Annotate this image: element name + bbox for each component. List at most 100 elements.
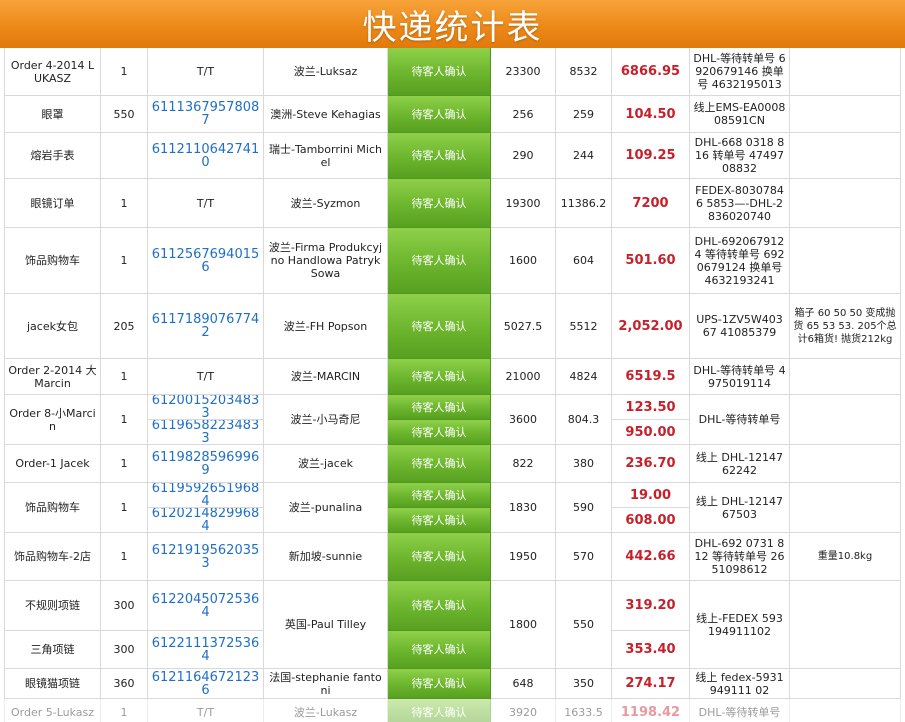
tracking-number-link[interactable]: 61196582234833 bbox=[148, 420, 264, 445]
row-name: 熔岩手表 bbox=[4, 133, 101, 179]
tracking-number-link[interactable]: 61202148299684 bbox=[148, 508, 264, 533]
row-qty: 205 bbox=[101, 294, 148, 359]
row-qty: 1 bbox=[101, 699, 148, 722]
amount-value: 7200 bbox=[612, 179, 690, 228]
tracking-number-link[interactable]: 61113679578087 bbox=[148, 96, 264, 133]
value-2: 804.3 bbox=[556, 395, 612, 445]
row-name: 不规则项链 bbox=[4, 581, 101, 631]
row-name: jacek女包 bbox=[4, 294, 101, 359]
row-note bbox=[790, 96, 901, 133]
status-badge[interactable]: 待客人确认 bbox=[388, 483, 491, 508]
destination-customer: 新加坡-sunnie bbox=[264, 533, 388, 581]
payment-method: T/T bbox=[148, 48, 264, 96]
row-qty: 1 bbox=[101, 48, 148, 96]
tracking-number-link[interactable]: 61219195620353 bbox=[148, 533, 264, 581]
amount-value: 501.60 bbox=[612, 228, 690, 294]
row-name: 眼镜猫项链 bbox=[4, 669, 101, 699]
status-badge[interactable]: 待客人确认 bbox=[388, 294, 491, 359]
amount-value: 319.20 bbox=[612, 581, 690, 631]
amount-value: 274.17 bbox=[612, 669, 690, 699]
row-note bbox=[790, 133, 901, 179]
status-badge[interactable]: 待客人确认 bbox=[388, 699, 491, 722]
tracking-number-link[interactable]: 61200152034833 bbox=[148, 395, 264, 420]
row-note bbox=[790, 669, 901, 699]
row-name: 眼罩 bbox=[4, 96, 101, 133]
row-note bbox=[790, 179, 901, 228]
value-2: 5512 bbox=[556, 294, 612, 359]
tracking-number-link[interactable]: 61125676940156 bbox=[148, 228, 264, 294]
carrier-tracking: DHL-6920679124 等待转单号 6920679124 换单号 4632… bbox=[690, 228, 790, 294]
tracking-number-link[interactable]: 61121106427410 bbox=[148, 133, 264, 179]
amount-value: 123.50 bbox=[612, 395, 690, 420]
status-badge[interactable]: 待客人确认 bbox=[388, 508, 491, 533]
value-2: 244 bbox=[556, 133, 612, 179]
row-qty: 360 bbox=[101, 669, 148, 699]
row-note bbox=[790, 48, 901, 96]
row-name: 眼镜订单 bbox=[4, 179, 101, 228]
row-qty: 1 bbox=[101, 395, 148, 445]
amount-value: 19.00 bbox=[612, 483, 690, 508]
status-badge[interactable]: 待客人确认 bbox=[388, 395, 491, 420]
carrier-tracking: DHL-等待转单号 bbox=[690, 699, 790, 722]
value-1: 822 bbox=[491, 445, 556, 483]
value-2: 380 bbox=[556, 445, 612, 483]
value-2: 550 bbox=[556, 581, 612, 669]
status-badge[interactable]: 待客人确认 bbox=[388, 420, 491, 445]
tracking-number-link[interactable]: 61211646721236 bbox=[148, 669, 264, 699]
carrier-tracking: 线上 DHL-1214762242 bbox=[690, 445, 790, 483]
destination-customer: 波兰-MARCIN bbox=[264, 359, 388, 395]
value-1: 5027.5 bbox=[491, 294, 556, 359]
row-name: Order 5-Lukasz bbox=[4, 699, 101, 722]
payment-method: T/T bbox=[148, 179, 264, 228]
destination-customer: 波兰-Lukasz bbox=[264, 699, 388, 722]
carrier-tracking: 线上EMS-EA000808591CN bbox=[690, 96, 790, 133]
status-badge[interactable]: 待客人确认 bbox=[388, 631, 491, 669]
amount-value: 104.50 bbox=[612, 96, 690, 133]
status-badge[interactable]: 待客人确认 bbox=[388, 533, 491, 581]
amount-value: 236.70 bbox=[612, 445, 690, 483]
tracking-number-link[interactable]: 61220450725364 bbox=[148, 581, 264, 631]
tracking-number-link[interactable]: 61221113725364 bbox=[148, 631, 264, 669]
amount-value: 2,052.00 bbox=[612, 294, 690, 359]
tracking-number-link[interactable]: 61198285969969 bbox=[148, 445, 264, 483]
row-note: 箱子 60 50 50 变成抛货 65 53 53. 205个总计6箱货! 抛货… bbox=[790, 294, 901, 359]
title-bar: 快递统计表 bbox=[0, 0, 905, 48]
status-badge[interactable]: 待客人确认 bbox=[388, 133, 491, 179]
amount-value: 1198.42 bbox=[612, 699, 690, 722]
value-2: 590 bbox=[556, 483, 612, 533]
status-badge[interactable]: 待客人确认 bbox=[388, 669, 491, 699]
row-qty bbox=[101, 133, 148, 179]
page-title: 快递统计表 bbox=[362, 7, 543, 48]
amount-value: 109.25 bbox=[612, 133, 690, 179]
status-badge[interactable]: 待客人确认 bbox=[388, 228, 491, 294]
value-1: 23300 bbox=[491, 48, 556, 96]
row-note bbox=[790, 445, 901, 483]
amount-value: 442.66 bbox=[612, 533, 690, 581]
tracking-number-link[interactable]: 61195926519684 bbox=[148, 483, 264, 508]
row-qty: 1 bbox=[101, 359, 148, 395]
value-2: 4824 bbox=[556, 359, 612, 395]
amount-value: 608.00 bbox=[612, 508, 690, 533]
value-1: 19300 bbox=[491, 179, 556, 228]
value-2: 1633.5 bbox=[556, 699, 612, 722]
carrier-tracking: UPS-1ZV5W40367 41085379 bbox=[690, 294, 790, 359]
carrier-tracking: DHL-等待转单号 bbox=[690, 395, 790, 445]
status-badge[interactable]: 待客人确认 bbox=[388, 179, 491, 228]
row-note bbox=[790, 359, 901, 395]
row-note bbox=[790, 483, 901, 533]
status-badge[interactable]: 待客人确认 bbox=[388, 359, 491, 395]
amount-value: 950.00 bbox=[612, 420, 690, 445]
carrier-tracking: DHL-等待转单号 4975019114 bbox=[690, 359, 790, 395]
row-name: 饰品购物车-2店 bbox=[4, 533, 101, 581]
row-note bbox=[790, 395, 901, 445]
status-badge[interactable]: 待客人确认 bbox=[388, 581, 491, 631]
payment-method: T/T bbox=[148, 699, 264, 722]
row-note bbox=[790, 581, 901, 669]
tracking-number-link[interactable]: 61171890767742 bbox=[148, 294, 264, 359]
status-badge[interactable]: 待客人确认 bbox=[388, 48, 491, 96]
row-name: Order 8-小Marcin bbox=[4, 395, 101, 445]
value-1: 290 bbox=[491, 133, 556, 179]
carrier-tracking: DHL-等待转单号 6920679146 换单号 4632195013 bbox=[690, 48, 790, 96]
status-badge[interactable]: 待客人确认 bbox=[388, 96, 491, 133]
status-badge[interactable]: 待客人确认 bbox=[388, 445, 491, 483]
